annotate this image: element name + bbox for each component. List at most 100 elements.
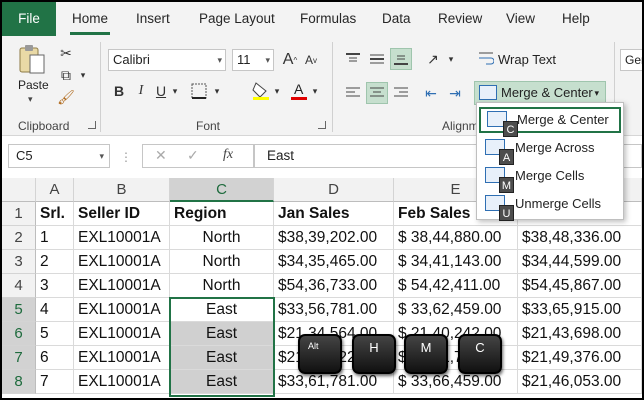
borders-icon[interactable] xyxy=(188,80,210,102)
table-cell[interactable]: $21,46,053.00 xyxy=(518,370,642,394)
table-cell[interactable]: 5 xyxy=(36,322,74,346)
tab-insert[interactable]: Insert xyxy=(136,2,170,36)
underline-button[interactable]: U xyxy=(152,80,170,102)
font-color-icon[interactable]: A xyxy=(288,80,310,102)
font-size-select[interactable]: 11 ▾ xyxy=(232,49,274,71)
decrease-font-size-icon[interactable]: Av xyxy=(302,49,320,71)
align-center-icon[interactable] xyxy=(366,82,388,104)
cancel-icon[interactable]: ✕ xyxy=(155,147,167,164)
enter-icon[interactable]: ✓ xyxy=(187,147,199,164)
selected-cell[interactable]: East xyxy=(170,346,274,370)
menu-item-unmerge-cells[interactable]: U Unmerge Cells xyxy=(479,191,621,221)
column-header-c[interactable]: C xyxy=(170,178,274,202)
wrap-text-icon[interactable] xyxy=(476,48,496,68)
row-header-3[interactable]: 3 xyxy=(2,250,36,274)
table-header-cell[interactable]: Seller ID xyxy=(74,202,170,226)
row-header-1[interactable]: 1 xyxy=(2,202,36,226)
insert-function-icon[interactable]: fx xyxy=(223,147,233,163)
table-cell[interactable]: EXL10001A xyxy=(74,274,170,298)
wrap-text-button[interactable]: Wrap Text xyxy=(498,52,556,67)
tab-formulas[interactable]: Formulas xyxy=(300,2,356,36)
tab-review[interactable]: Review xyxy=(438,2,482,36)
cut-icon[interactable]: ✂ xyxy=(56,44,76,62)
paste-dropdown-icon[interactable]: ▾ xyxy=(28,94,33,105)
number-format-select[interactable]: Ger xyxy=(620,49,642,71)
tab-file[interactable]: File xyxy=(2,2,56,36)
table-cell[interactable]: $ 38,44,880.00 xyxy=(394,226,518,250)
copy-icon[interactable]: ⧉ xyxy=(56,66,76,84)
format-painter-icon[interactable]: 🖌 xyxy=(56,88,76,106)
table-cell[interactable]: EXL10001A xyxy=(74,250,170,274)
table-cell[interactable]: $21,49,376.00 xyxy=(518,346,642,370)
table-header-cell[interactable]: Srl. xyxy=(36,202,74,226)
active-cell[interactable]: East xyxy=(170,298,274,322)
name-box[interactable]: C5 ▾ xyxy=(8,144,110,168)
italic-button[interactable]: I xyxy=(132,80,150,102)
table-cell[interactable]: $33,65,915.00 xyxy=(518,298,642,322)
table-cell[interactable]: North xyxy=(170,226,274,250)
font-name-select[interactable]: Calibri ▾ xyxy=(108,49,226,71)
table-cell[interactable]: EXL10001A xyxy=(74,346,170,370)
table-cell[interactable]: $38,39,202.00 xyxy=(274,226,394,250)
table-cell[interactable]: $34,44,599.00 xyxy=(518,250,642,274)
clipboard-dialog-launcher-icon[interactable] xyxy=(88,121,96,129)
align-left-icon[interactable] xyxy=(342,82,364,104)
row-header-2[interactable]: 2 xyxy=(2,226,36,250)
copy-dropdown-icon[interactable]: ▾ xyxy=(78,66,88,84)
table-cell[interactable]: EXL10001A xyxy=(74,226,170,250)
table-cell[interactable]: EXL10001A xyxy=(74,370,170,394)
selected-cell[interactable]: East xyxy=(170,322,274,346)
column-header-d[interactable]: D xyxy=(274,178,394,202)
row-header-8[interactable]: 8 xyxy=(2,370,36,394)
fill-color-icon[interactable] xyxy=(250,80,272,102)
paste-label[interactable]: Paste xyxy=(18,78,49,92)
table-cell[interactable]: $ 54,42,411.00 xyxy=(394,274,518,298)
table-cell[interactable]: $54,45,867.00 xyxy=(518,274,642,298)
orientation-dropdown-icon[interactable]: ▾ xyxy=(446,48,456,70)
middle-align-icon[interactable] xyxy=(366,48,388,70)
table-cell[interactable]: $ 33,62,459.00 xyxy=(394,298,518,322)
table-header-cell[interactable]: Region xyxy=(170,202,274,226)
column-header-b[interactable]: B xyxy=(74,178,170,202)
orientation-icon[interactable]: ↗ xyxy=(422,48,444,70)
table-cell[interactable]: North xyxy=(170,274,274,298)
paste-icon[interactable] xyxy=(14,42,50,76)
table-cell[interactable]: North xyxy=(170,250,274,274)
tab-help[interactable]: Help xyxy=(562,2,590,36)
fill-color-dropdown-icon[interactable]: ▾ xyxy=(272,80,282,102)
column-header-a[interactable]: A xyxy=(36,178,74,202)
table-cell[interactable]: 1 xyxy=(36,226,74,250)
increase-indent-icon[interactable]: ⇥ xyxy=(444,82,466,104)
table-cell[interactable]: 3 xyxy=(36,274,74,298)
font-dialog-launcher-icon[interactable] xyxy=(318,121,326,129)
table-header-cell[interactable]: Jan Sales xyxy=(274,202,394,226)
table-cell[interactable]: 4 xyxy=(36,298,74,322)
menu-item-merge-center[interactable]: C Merge & Center xyxy=(479,107,621,137)
table-cell[interactable]: $21,43,698.00 xyxy=(518,322,642,346)
row-header-6[interactable]: 6 xyxy=(2,322,36,346)
table-cell[interactable]: EXL10001A xyxy=(74,322,170,346)
select-all-corner[interactable] xyxy=(2,178,36,202)
decrease-indent-icon[interactable]: ⇤ xyxy=(420,82,442,104)
table-cell[interactable]: 6 xyxy=(36,346,74,370)
table-cell[interactable]: 7 xyxy=(36,370,74,394)
table-cell[interactable]: $ 34,41,143.00 xyxy=(394,250,518,274)
table-cell[interactable]: $54,36,733.00 xyxy=(274,274,394,298)
table-cell[interactable]: 2 xyxy=(36,250,74,274)
row-header-5[interactable]: 5 xyxy=(2,298,36,322)
top-align-icon[interactable] xyxy=(342,48,364,70)
tab-page-layout[interactable]: Page Layout xyxy=(199,2,275,36)
tab-view[interactable]: View xyxy=(506,2,535,36)
align-right-icon[interactable] xyxy=(390,82,412,104)
table-cell[interactable]: $34,35,465.00 xyxy=(274,250,394,274)
table-cell[interactable]: $38,48,336.00 xyxy=(518,226,642,250)
font-color-dropdown-icon[interactable]: ▾ xyxy=(310,80,320,102)
increase-font-size-icon[interactable]: A ^ xyxy=(280,49,300,71)
row-header-7[interactable]: 7 xyxy=(2,346,36,370)
table-cell[interactable]: $33,56,781.00 xyxy=(274,298,394,322)
table-cell[interactable]: EXL10001A xyxy=(74,298,170,322)
tab-home[interactable]: Home xyxy=(72,2,108,36)
underline-dropdown-icon[interactable]: ▾ xyxy=(170,80,180,102)
borders-dropdown-icon[interactable]: ▾ xyxy=(212,80,222,102)
menu-item-merge-across[interactable]: A Merge Across xyxy=(479,135,621,165)
